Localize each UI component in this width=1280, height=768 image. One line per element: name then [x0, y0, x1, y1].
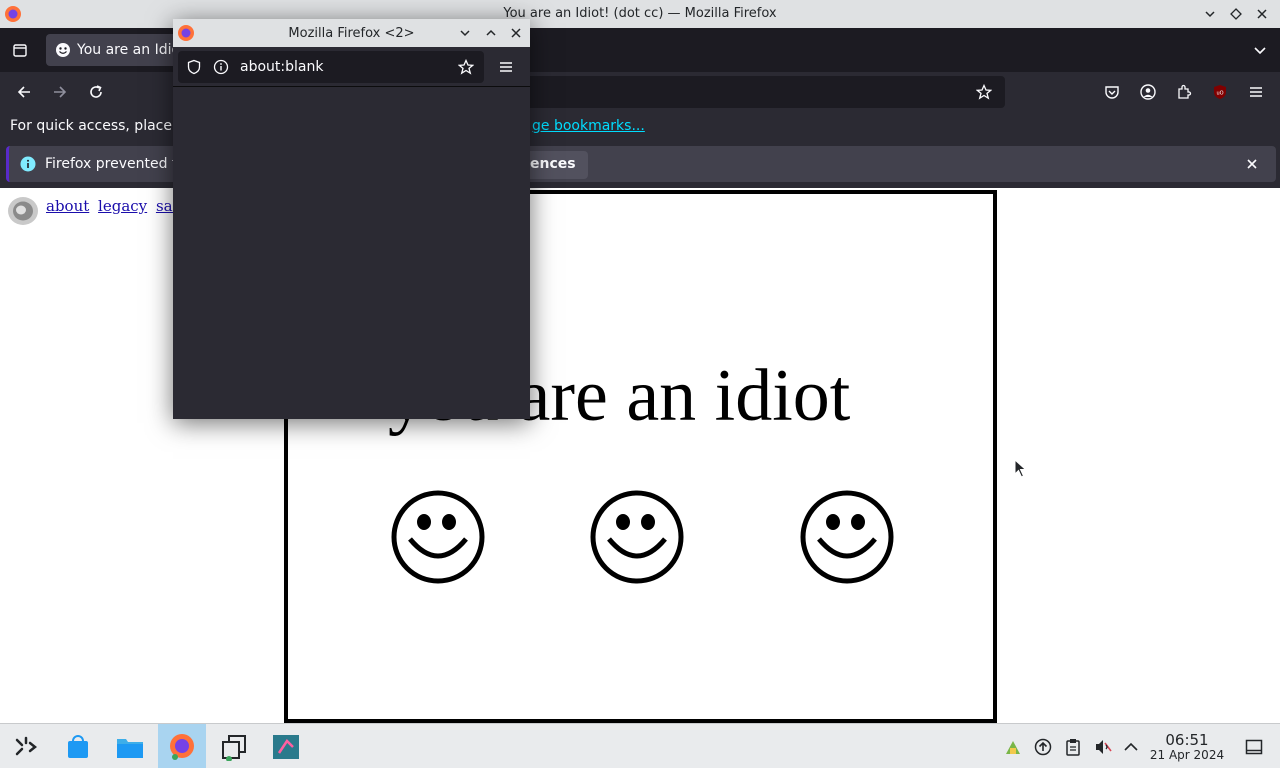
clock[interactable]: 06:51 21 Apr 2024 [1146, 732, 1228, 762]
list-all-tabs-icon[interactable] [1246, 36, 1274, 64]
app-menu-icon[interactable] [1242, 78, 1270, 106]
preferences-button[interactable]: ences [520, 151, 588, 179]
manage-bookmarks-link[interactable]: ge bookmarks... [532, 118, 645, 134]
popup-title: Mozilla Firefox <2> [288, 26, 415, 41]
window-switcher-icon[interactable] [212, 728, 256, 766]
close-notification-icon[interactable] [1238, 150, 1266, 178]
taskbar: 06:51 21 Apr 2024 [0, 723, 1280, 768]
popup-toolbar: about:blank [173, 47, 530, 87]
show-desktop-icon[interactable] [1245, 738, 1263, 756]
tray-expand-icon[interactable] [1123, 738, 1139, 756]
network-tray-icon[interactable] [1004, 738, 1022, 756]
app-launcher-icon[interactable] [4, 728, 48, 766]
volume-muted-tray-icon[interactable] [1094, 738, 1112, 756]
kde-connect-icon[interactable] [264, 728, 308, 766]
info-icon [20, 156, 36, 172]
discover-store-icon[interactable] [56, 728, 100, 766]
pocket-icon[interactable] [1098, 78, 1126, 106]
site-info-icon[interactable] [213, 59, 229, 75]
popup-window[interactable]: Mozilla Firefox <2> about:blank [173, 19, 530, 419]
clipboard-tray-icon[interactable] [1064, 738, 1082, 756]
mouse-cursor-icon [1014, 459, 1028, 479]
popup-blank-page [173, 87, 530, 419]
popup-url-text: about:blank [240, 59, 324, 75]
clock-date: 21 Apr 2024 [1149, 748, 1225, 762]
speaker-icon[interactable] [6, 194, 40, 228]
bookmark-star-icon[interactable] [970, 78, 998, 106]
notification-text: Firefox prevented t [45, 156, 178, 172]
nav-links: about legacy safe [46, 197, 191, 215]
popup-maximize-button[interactable] [485, 27, 497, 39]
firefox-taskbar-icon[interactable] [158, 724, 206, 768]
popup-minimize-button[interactable] [459, 27, 471, 39]
maximize-button[interactable] [1226, 4, 1246, 24]
bookmark-star-icon[interactable] [458, 59, 474, 75]
ublock-origin-icon[interactable]: uO [1206, 78, 1234, 106]
back-icon[interactable] [10, 78, 38, 106]
bookmarks-hint-text: For quick access, place y [10, 118, 185, 134]
popup-url-bar[interactable]: about:blank [178, 51, 484, 83]
reload-icon[interactable] [82, 78, 110, 106]
tracking-protection-shield-icon[interactable] [186, 59, 202, 75]
popup-titlebar[interactable]: Mozilla Firefox <2> [173, 19, 530, 47]
forward-icon[interactable] [46, 78, 74, 106]
minimize-button[interactable] [1200, 4, 1220, 24]
about-link[interactable]: about [46, 197, 89, 215]
file-manager-icon[interactable] [108, 728, 152, 766]
close-window-button[interactable] [1252, 4, 1272, 24]
smiley-favicon-icon [55, 42, 71, 58]
legacy-link[interactable]: legacy [98, 197, 147, 215]
popup-close-button[interactable] [510, 27, 522, 39]
smiley-icon [390, 489, 486, 585]
extensions-icon[interactable] [1170, 78, 1198, 106]
smiley-icon [799, 489, 895, 585]
tab-label: You are an Idio [77, 42, 181, 58]
updates-tray-icon[interactable] [1034, 738, 1052, 756]
account-icon[interactable] [1134, 78, 1162, 106]
firefox-view-icon[interactable] [6, 36, 34, 64]
clock-time: 06:51 [1165, 731, 1209, 749]
svg-text:uO: uO [1216, 91, 1223, 97]
popup-menu-icon[interactable] [498, 59, 514, 75]
smiley-icon [589, 489, 685, 585]
